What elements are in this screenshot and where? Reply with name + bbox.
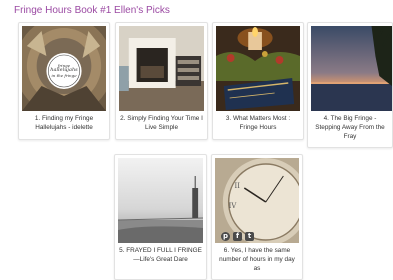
pinterest-icon[interactable]: p bbox=[221, 232, 230, 241]
link-card-3[interactable]: 3. What Matters Most : Fringe Hours bbox=[212, 22, 304, 140]
link-card-2[interactable]: 2. Simply Finding Your Time I Live Simpl… bbox=[115, 22, 208, 140]
candle-book-image bbox=[216, 26, 300, 111]
pocket-watch-image: II IV bbox=[215, 158, 299, 243]
badge-text: in the fringe bbox=[51, 73, 77, 78]
card-caption[interactable]: 3. What Matters Most : Fringe Hours bbox=[216, 114, 300, 132]
link-card-1[interactable]: fringe hallelujahs in the fringe 1. Find… bbox=[18, 22, 110, 140]
card-caption[interactable]: 4. The Big Fringe - Stepping Away From t… bbox=[311, 114, 389, 141]
link-card-5[interactable]: 5. FRAYED I FULL I FRINGE—Life's Great D… bbox=[114, 154, 207, 280]
card-thumbnail[interactable] bbox=[311, 26, 392, 111]
facebook-icon[interactable]: f bbox=[233, 232, 242, 241]
card-thumbnail[interactable] bbox=[216, 26, 300, 111]
link-card-4[interactable]: 4. The Big Fringe - Stepping Away From t… bbox=[307, 22, 393, 148]
card-thumbnail[interactable] bbox=[118, 158, 203, 243]
svg-text:II: II bbox=[235, 182, 241, 190]
card-thumbnail[interactable]: II IV p f t bbox=[215, 158, 299, 243]
card-thumbnail[interactable] bbox=[119, 26, 204, 111]
link-card-6[interactable]: II IV p f t 6. Yes, I have the same numb… bbox=[211, 154, 303, 280]
card-caption[interactable]: 2. Simply Finding Your Time I Live Simpl… bbox=[119, 114, 204, 132]
card-caption[interactable]: 1. Finding my Fringe Hallelujahs - idele… bbox=[22, 114, 106, 132]
card-thumbnail[interactable]: fringe hallelujahs in the fringe bbox=[22, 26, 106, 111]
page: Fringe Hours Book #1 Ellen's Picks fring… bbox=[0, 0, 393, 280]
svg-text:IV: IV bbox=[229, 202, 238, 210]
card-caption[interactable]: 6. Yes, I have the same number of hours … bbox=[215, 246, 299, 273]
share-bar: p f t bbox=[221, 232, 254, 241]
fireplace-living-room-image bbox=[119, 26, 204, 111]
foggy-shore-image bbox=[118, 158, 203, 243]
sunset-water-image bbox=[311, 26, 392, 111]
page-title: Fringe Hours Book #1 Ellen's Picks bbox=[14, 5, 170, 16]
card-caption[interactable]: 5. FRAYED I FULL I FRINGE—Life's Great D… bbox=[118, 246, 203, 264]
twitter-icon[interactable]: t bbox=[245, 232, 254, 241]
